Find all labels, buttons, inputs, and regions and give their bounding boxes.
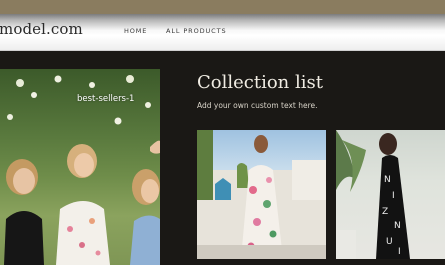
collection-title: Collection list (197, 72, 323, 93)
collection-card-1[interactable] (197, 130, 326, 259)
main-content: best-sellers-1 Collection list Add your … (0, 51, 445, 265)
top-announcement-bar (0, 0, 445, 14)
svg-text:N: N (384, 175, 391, 185)
collection-subtitle: Add your own custom text here. (197, 101, 318, 110)
best-sellers-label: best-sellers-1 (77, 94, 135, 104)
site-header: model.com HOME ALL PRODUCTS (0, 14, 445, 51)
svg-text:N: N (394, 221, 401, 231)
nav-home-link[interactable]: HOME (124, 27, 147, 35)
nav-all-products-link[interactable]: ALL PRODUCTS (166, 27, 227, 35)
letter-print-dress-photo: N I Z N U I (336, 130, 410, 259)
svg-text:I: I (398, 247, 401, 257)
collection-card-2[interactable]: N I Z N U I (336, 130, 445, 259)
svg-text:Z: Z (382, 207, 388, 217)
svg-text:I: I (392, 191, 395, 201)
site-logo[interactable]: model.com (0, 20, 83, 38)
svg-text:U: U (386, 237, 393, 247)
best-sellers-banner[interactable]: best-sellers-1 (0, 69, 160, 265)
floral-dress-photo (197, 130, 326, 259)
